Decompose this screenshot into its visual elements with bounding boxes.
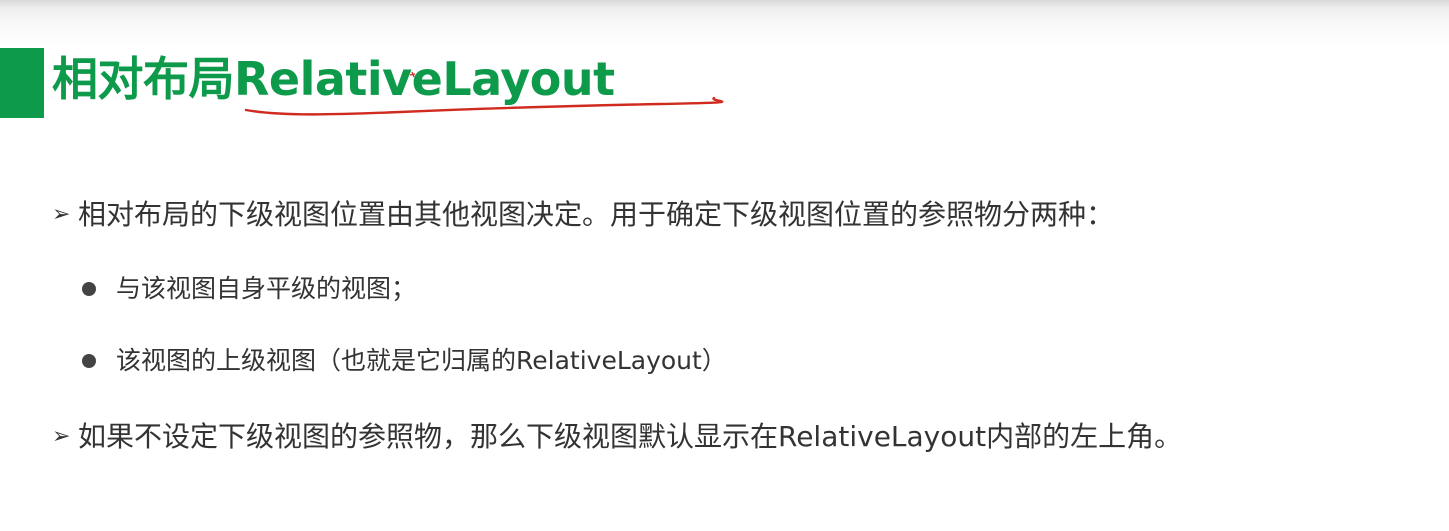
dot-bullet-icon xyxy=(82,354,96,368)
slide: 相对布局RelativeLayout ➢ 相对布局的下级视图位置由其他视图决定。用… xyxy=(0,0,1449,531)
sub-bullet-1: 与该视图自身平级的视图； xyxy=(82,268,416,309)
bullet-2: ➢ 如果不设定下级视图的参照物，那么下级视图默认显示在RelativeLayout… xyxy=(52,414,1182,459)
bullet-1: ➢ 相对布局的下级视图位置由其他视图决定。用于确定下级视图位置的参照物分两种： xyxy=(52,192,1114,237)
title-accent-bar xyxy=(0,48,44,118)
bullet-1-text: 相对布局的下级视图位置由其他视图决定。用于确定下级视图位置的参照物分两种： xyxy=(78,198,1115,231)
sub-bullet-2-text: 该视图的上级视图（也就是它归属的RelativeLayout） xyxy=(116,346,727,375)
handwritten-underline xyxy=(244,71,724,116)
top-shadow xyxy=(0,0,1449,46)
dot-bullet-icon xyxy=(82,282,96,296)
sub-bullet-1-text: 与该视图自身平级的视图； xyxy=(116,274,417,303)
arrow-bullet-icon: ➢ xyxy=(52,424,71,449)
sub-bullet-2: 该视图的上级视图（也就是它归属的RelativeLayout） xyxy=(82,340,727,381)
bullet-2-text: 如果不设定下级视图的参照物，那么下级视图默认显示在RelativeLayout内… xyxy=(78,420,1183,453)
arrow-bullet-icon: ➢ xyxy=(52,202,71,227)
